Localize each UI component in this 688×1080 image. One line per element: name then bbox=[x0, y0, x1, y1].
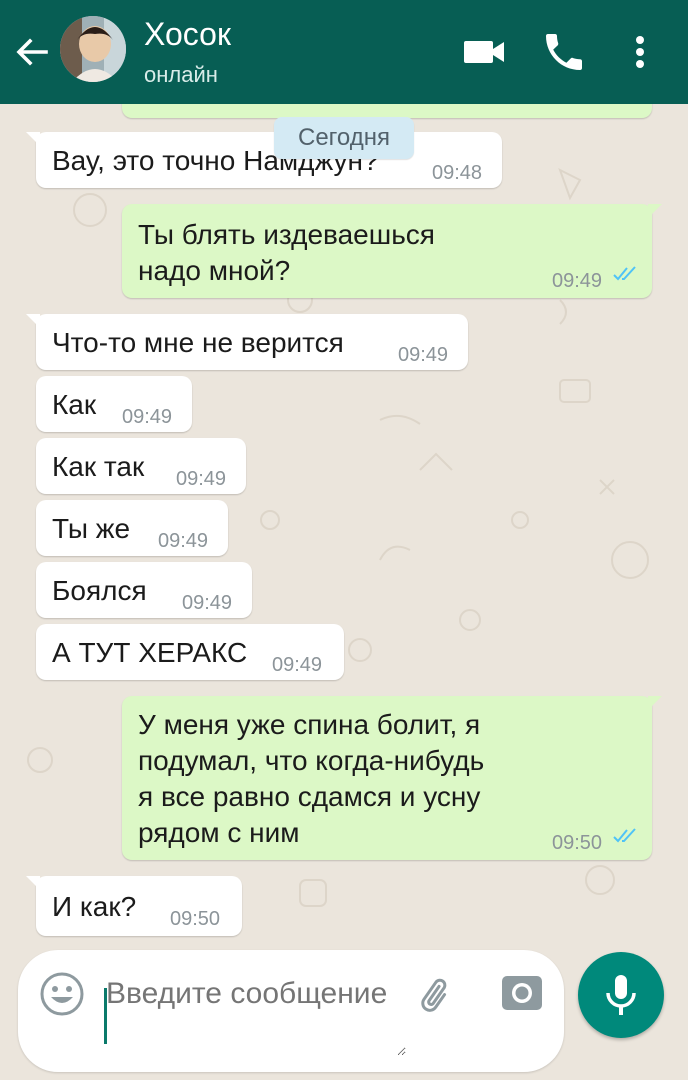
arrow-left-icon bbox=[16, 38, 48, 66]
voice-call-button[interactable] bbox=[540, 28, 588, 76]
message-time: 09:50 bbox=[170, 908, 221, 930]
message-bubble-incoming[interactable]: Как 09:49 bbox=[36, 376, 192, 432]
video-camera-icon bbox=[464, 41, 504, 63]
message-text: Боялся bbox=[52, 575, 147, 606]
bubble-tail bbox=[26, 132, 40, 146]
bubble-tail bbox=[26, 314, 40, 328]
message-text-line: я все равно сдамся и усну bbox=[138, 781, 481, 812]
message-text: Ты же bbox=[52, 513, 131, 544]
message-input[interactable] bbox=[106, 976, 406, 1056]
video-call-button[interactable] bbox=[460, 28, 508, 76]
message-time: 09:49 bbox=[398, 344, 449, 366]
contact-name[interactable]: Хосок bbox=[144, 16, 231, 53]
bubble-tail bbox=[648, 204, 662, 218]
message-text-line: У меня уже спина болит, я bbox=[138, 709, 481, 740]
camera-button[interactable] bbox=[500, 970, 544, 1014]
message-text: Что-то мне не верится bbox=[52, 327, 344, 358]
message-text: А ТУТ ХЕРАКС bbox=[52, 637, 248, 668]
phone-icon bbox=[546, 34, 582, 70]
message-text-line: подумал, что когда-нибудь bbox=[138, 745, 485, 776]
microphone-icon bbox=[606, 975, 636, 1015]
message-time: 09:49 bbox=[122, 406, 173, 428]
camera-icon bbox=[502, 976, 542, 1010]
bubble-tail bbox=[648, 696, 662, 710]
emoji-button[interactable] bbox=[38, 970, 86, 1018]
message-text-line: рядом с ним bbox=[138, 817, 300, 848]
contact-status: онлайн bbox=[144, 62, 218, 87]
bubble-tail bbox=[26, 876, 40, 890]
voice-message-button[interactable] bbox=[578, 952, 664, 1038]
message-time: 09:49 bbox=[552, 270, 603, 292]
message-bubble-incoming[interactable]: Как так 09:49 bbox=[36, 438, 246, 494]
back-button[interactable] bbox=[10, 30, 54, 74]
avatar[interactable] bbox=[60, 16, 126, 82]
message-bubble-incoming[interactable]: И как? 09:50 bbox=[26, 876, 242, 936]
emoji-icon bbox=[40, 972, 84, 1016]
read-receipt-icon bbox=[613, 828, 636, 843]
message-time: 09:50 bbox=[552, 832, 603, 854]
message-bubble-outgoing[interactable]: У меня уже спина болит, я подумал, что к… bbox=[122, 696, 662, 860]
message-composer bbox=[18, 950, 564, 1072]
date-divider: Сегодня bbox=[274, 117, 414, 159]
read-receipt-icon bbox=[613, 266, 636, 281]
paperclip-icon bbox=[421, 978, 447, 1012]
message-text-line: Ты блять издеваешься bbox=[138, 219, 435, 250]
message-time: 09:49 bbox=[182, 592, 233, 614]
message-bubble-incoming[interactable]: Боялся 09:49 bbox=[36, 562, 252, 618]
chat-header: Хосок онлайн bbox=[0, 0, 688, 104]
message-time: 09:49 bbox=[158, 530, 209, 552]
message-text: Как bbox=[52, 389, 97, 420]
message-text: И как? bbox=[52, 891, 137, 922]
message-time: 09:49 bbox=[176, 468, 227, 490]
more-vertical-icon bbox=[636, 36, 644, 68]
message-bubble-incoming[interactable]: Вау, это точно Намджун? 09:48 bbox=[26, 132, 502, 188]
message-time: 09:49 bbox=[272, 654, 323, 676]
message-bubble-incoming[interactable]: Ты же 09:49 bbox=[36, 500, 228, 556]
message-time: 09:48 bbox=[432, 162, 483, 184]
message-bubble-incoming[interactable]: Что-то мне не верится 09:49 bbox=[26, 314, 468, 370]
message-bubble-incoming[interactable]: А ТУТ ХЕРАКС 09:49 bbox=[36, 624, 344, 680]
message-text-line: надо мной? bbox=[138, 255, 291, 286]
message-bubble-outgoing[interactable]: Ты блять издеваешься надо мной? 09:49 bbox=[122, 204, 662, 298]
more-options-button[interactable] bbox=[616, 28, 664, 76]
attach-button[interactable] bbox=[414, 970, 458, 1014]
message-text: Как так bbox=[52, 451, 145, 482]
